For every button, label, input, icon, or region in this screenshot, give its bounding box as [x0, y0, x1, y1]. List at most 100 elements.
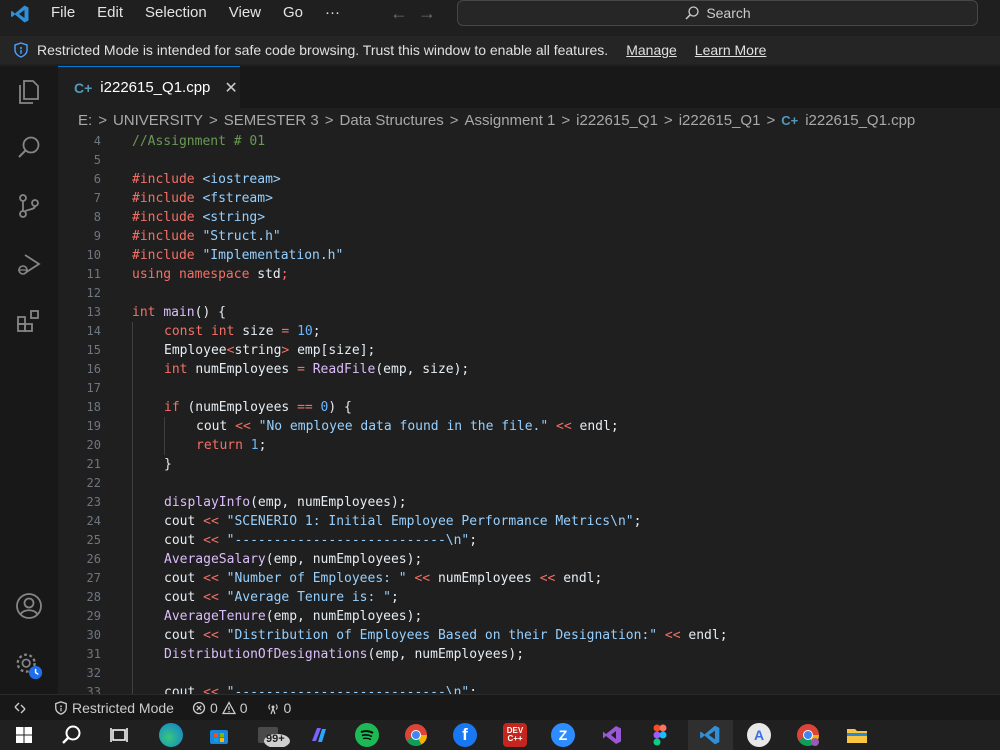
code-line[interactable]: 30 cout << "Distribution of Employees Bas… [58, 626, 1000, 645]
breadcrumb-item[interactable]: Data Structures [340, 112, 444, 129]
notifications-badge-icon[interactable]: 99+ [255, 723, 293, 747]
code-line[interactable]: 25 cout << "---------------------------\n… [58, 531, 1000, 550]
file-explorer-icon[interactable] [845, 723, 869, 747]
breadcrumb-item[interactable]: SEMESTER 3 [224, 112, 319, 129]
code-line[interactable]: 10 #include "Implementation.h" [58, 246, 1000, 265]
vscode-taskbar-icon[interactable] [698, 723, 722, 747]
code-line[interactable]: 19 cout << "No employee data found in the… [58, 417, 1000, 436]
menu-file[interactable]: File [40, 0, 86, 28]
tab-file[interactable]: C+ i222615_Q1.cpp ✕ [58, 66, 240, 108]
code-line[interactable]: 31 DistributionOfDesignations(emp, numEmp… [58, 645, 1000, 664]
command-center-search[interactable]: Search [457, 0, 978, 26]
code-editor[interactable]: 4//Assignment # 01 5 6 #include <iostream> 7… [58, 132, 1000, 694]
line-number: 7 [93, 191, 101, 205]
facebook-icon[interactable]: f [453, 723, 477, 747]
code-line[interactable]: 13 int main() { [58, 303, 1000, 322]
restricted-mode-status[interactable]: Restricted Mode [54, 700, 174, 716]
code-text: int main() { [132, 303, 226, 322]
code-line[interactable]: 26 AverageSalary(emp, numEmployees); [58, 550, 1000, 569]
edge-browser-icon[interactable] [159, 723, 183, 747]
code-line[interactable]: 16 int numEmployees = ReadFile(emp, size)… [58, 360, 1000, 379]
code-line[interactable]: 17 [58, 379, 1000, 398]
code-line[interactable]: 12 [58, 284, 1000, 303]
code-token: numEmployees [195, 362, 298, 377]
devcpp-icon[interactable]: DEV C++ [503, 723, 527, 747]
status-bar: Restricted Mode 0 0 0 [0, 694, 1000, 720]
copilot-icon[interactable] [307, 723, 331, 747]
code-token: cout [164, 685, 204, 694]
visual-studio-icon[interactable] [600, 723, 624, 747]
menu-edit[interactable]: Edit [86, 0, 134, 28]
code-line[interactable]: 9 #include "Struct.h" [58, 227, 1000, 246]
code-line[interactable]: 29 AverageTenure(emp, numEmployees); [58, 607, 1000, 626]
menu-more[interactable]: ··· [314, 0, 351, 28]
code-line[interactable]: 5 [58, 151, 1000, 170]
code-line[interactable]: 4 //Assignment # 01 [58, 132, 1000, 151]
code-token: AverageSalary [164, 552, 266, 567]
menu-go[interactable]: Go [272, 0, 314, 28]
code-line[interactable]: 24 cout << "SCENERIO 1: Initial Employee … [58, 512, 1000, 531]
chevron-right-icon: > [208, 111, 218, 129]
breadcrumb-item[interactable]: UNIVERSITY [113, 112, 203, 129]
code-text: DistributionOfDesignations(emp, numEmplo… [164, 645, 524, 664]
zoom-icon[interactable]: Z [551, 723, 575, 747]
forward-arrow-icon[interactable]: → [416, 3, 438, 24]
chrome-profile-icon[interactable] [796, 723, 820, 747]
code-line[interactable]: 27 cout << "Number of Employees: " << num… [58, 569, 1000, 588]
code-token: endl; [579, 419, 619, 434]
code-token: #include [132, 172, 203, 187]
menu-selection[interactable]: Selection [134, 0, 218, 28]
ports-count: 0 [283, 699, 292, 716]
microsoft-store-icon[interactable] [207, 723, 231, 747]
source-control-icon[interactable] [13, 190, 45, 222]
code-line[interactable]: 28 cout << "Average Tenure is: "; [58, 588, 1000, 607]
code-line[interactable]: 14 const int size = 10; [58, 322, 1000, 341]
taskbar-search-icon[interactable] [59, 723, 83, 747]
code-line[interactable]: 8 #include <string> [58, 208, 1000, 227]
app-store-icon[interactable]: A [747, 723, 771, 747]
code-line[interactable]: 32 [58, 664, 1000, 683]
close-icon[interactable]: ✕ [224, 78, 237, 98]
code-line[interactable]: 21} [58, 455, 1000, 474]
search-view-icon[interactable] [13, 132, 45, 164]
code-line[interactable]: 23 displayInfo(emp, numEmployees); [58, 493, 1000, 512]
code-token: "Number of Employees: " [226, 571, 407, 586]
code-token: const int [164, 324, 243, 339]
breadcrumb-item[interactable]: i222615_Q1 [679, 112, 761, 129]
breadcrumb-item[interactable]: i222615_Q1 [576, 112, 658, 129]
code-token: (numEmployees [187, 400, 298, 415]
explorer-files-icon[interactable] [13, 76, 45, 108]
breadcrumb-item[interactable]: E: [78, 112, 92, 129]
manage-link[interactable]: Manage [626, 42, 677, 58]
breadcrumb-item[interactable]: Assignment 1 [465, 112, 556, 129]
problems-status[interactable]: 0 0 [192, 700, 248, 716]
code-token: () { [194, 305, 226, 320]
remote-indicator-icon[interactable] [0, 695, 40, 721]
figma-icon[interactable] [648, 723, 672, 747]
code-line[interactable]: 15 Employee<string> emp[size]; [58, 341, 1000, 360]
code-line[interactable]: 20 return 1; [58, 436, 1000, 455]
task-view-icon[interactable] [107, 723, 131, 747]
breadcrumb-item[interactable]: i222615_Q1.cpp [805, 112, 915, 129]
extensions-icon[interactable] [13, 306, 45, 338]
code-line[interactable]: 11 using namespace std; [58, 265, 1000, 284]
ports-status[interactable]: 0 [266, 699, 292, 716]
manage-gear-icon[interactable] [13, 650, 45, 682]
code-line[interactable]: 33 cout << "---------------------------\n… [58, 683, 1000, 694]
learn-more-link[interactable]: Learn More [695, 42, 767, 58]
line-number: 26 [86, 552, 101, 566]
code-line[interactable]: 6 #include <iostream> [58, 170, 1000, 189]
back-arrow-icon[interactable]: ← [388, 3, 410, 24]
code-line[interactable]: 22 [58, 474, 1000, 493]
run-debug-icon[interactable] [13, 248, 45, 280]
code-line[interactable]: 7 #include <fstream> [58, 189, 1000, 208]
windows-start-icon[interactable] [12, 723, 36, 747]
code-text: //Assignment # 01 [132, 132, 265, 151]
menu-view[interactable]: View [218, 0, 272, 28]
chrome-icon[interactable] [404, 723, 428, 747]
spotify-icon[interactable] [355, 723, 379, 747]
search-icon [685, 6, 699, 20]
code-line[interactable]: 18 if (numEmployees == 0) { [58, 398, 1000, 417]
accounts-icon[interactable] [13, 590, 45, 622]
code-token: (emp, numEmployees); [265, 552, 423, 567]
